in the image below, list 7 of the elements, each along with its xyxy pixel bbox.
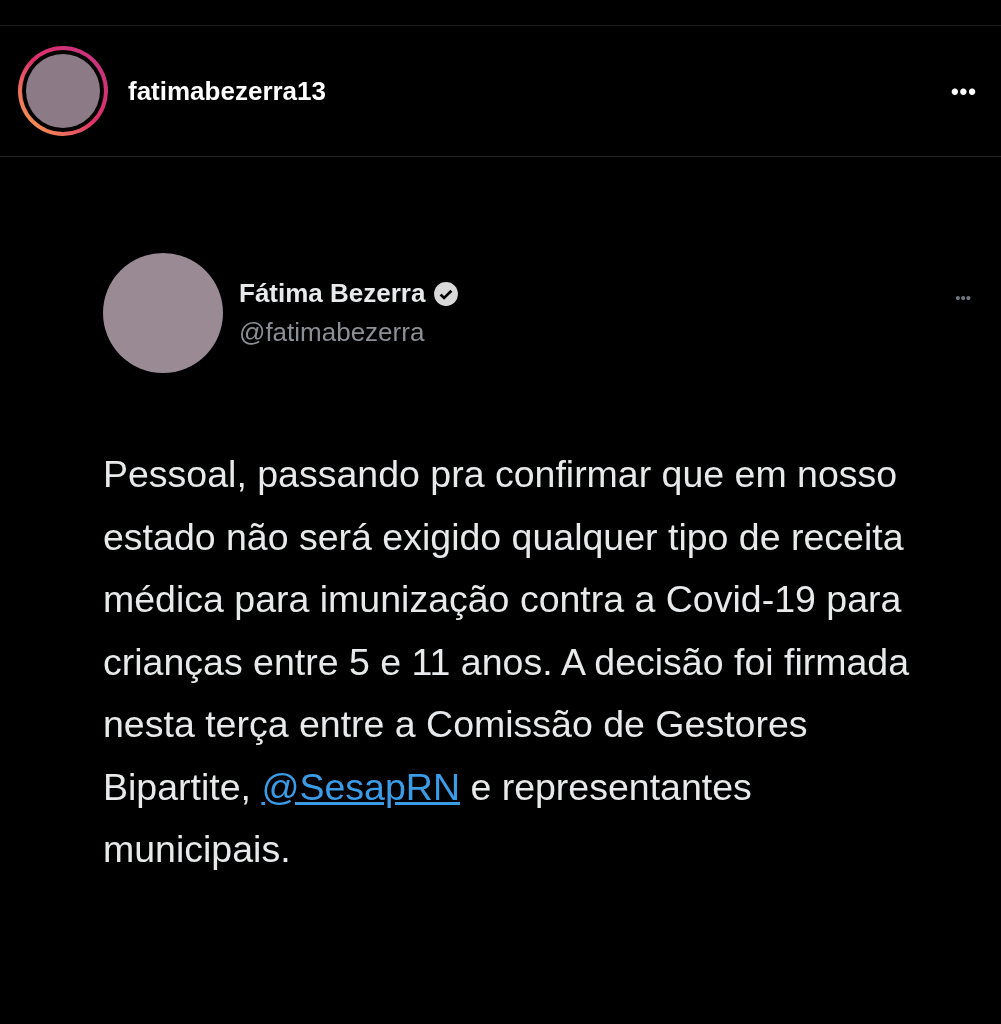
tweet-more-button[interactable]: •••	[955, 286, 971, 310]
display-name: Fátima Bezerra	[239, 277, 426, 310]
tweet-text: Pessoal, passando pra confirmar que em nosso estado não será exigido qualquer tipo de receita médica para imunização contra a Covid-19 para crianças entre 5 e 11 anos. A decisão foi firmada nesta terça entre a Comissão de Gestores Bipartite, @SesapRN e representantes municipais.	[103, 452, 911, 872]
user-handle: @fatimabezerra	[239, 316, 426, 349]
more-options-button[interactable]: •••	[950, 74, 977, 108]
username[interactable]: fatimabezerra13	[128, 71, 326, 111]
mention-link[interactable]: @SesapRN	[261, 765, 460, 808]
